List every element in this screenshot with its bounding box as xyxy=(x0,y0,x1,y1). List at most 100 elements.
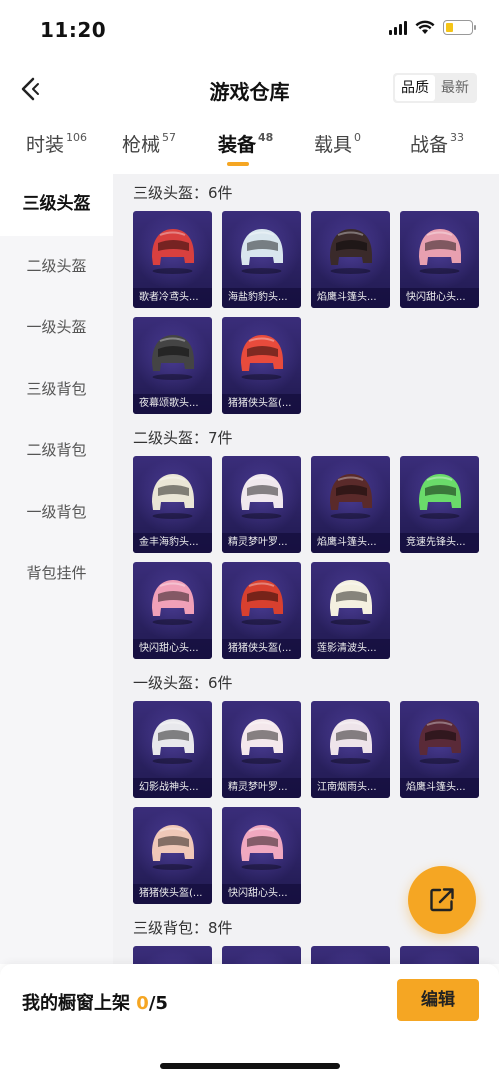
status-time: 11:20 xyxy=(40,18,107,42)
tab-count: 106 xyxy=(66,130,88,144)
helmet-icon xyxy=(419,229,461,274)
share-button[interactable] xyxy=(408,866,476,934)
tab-active-indicator xyxy=(227,162,249,166)
item-grid: 三级头盔：6件 歌者冷鸢头... 海盐豹豹头... 焰鹰斗篷头... 快闪甜心头... 夜… xyxy=(113,174,499,964)
helmet-icon xyxy=(152,474,194,519)
item-name: 精灵梦叶罗... xyxy=(222,533,301,553)
sort-option-quality[interactable]: 品质 xyxy=(395,75,435,101)
helmet-icon xyxy=(323,956,378,964)
sidebar-item-level2-backpack[interactable]: 二级背包 xyxy=(0,420,113,482)
item-name: 猪猪侠头盔(... xyxy=(133,884,212,904)
helmet-icon xyxy=(152,580,194,625)
status-bar: 11:20 xyxy=(0,0,499,62)
tab-vehicles[interactable]: 载具 0 xyxy=(314,130,361,157)
item-name: 精灵梦叶罗... xyxy=(222,778,301,798)
item-name: 快闪甜心头... xyxy=(400,288,479,308)
sidebar-item-level2-helmet[interactable]: 二级头盔 xyxy=(0,236,113,298)
helmet-icon xyxy=(419,474,461,519)
helmet-icon xyxy=(330,229,372,274)
item-name: 快闪甜心头... xyxy=(133,639,212,659)
helmet-icon xyxy=(419,719,461,764)
battery-icon xyxy=(443,20,476,35)
item-name: 快闪甜心头... xyxy=(222,884,301,904)
tab-weapons[interactable]: 枪械 57 xyxy=(122,130,176,157)
item-card[interactable]: 海盐豹豹头... xyxy=(222,211,301,308)
helmet-icon xyxy=(241,335,283,380)
category-tabs: 时装 106 枪械 57 装备 48 载具 0 战备 33 xyxy=(0,122,499,172)
tab-fashion[interactable]: 时装 106 xyxy=(26,130,87,157)
helmet-icon xyxy=(412,956,467,964)
wifi-icon xyxy=(415,20,435,34)
share-icon xyxy=(430,888,454,912)
helmet-icon xyxy=(234,956,289,964)
item-card[interactable]: 猪猪侠头盔(... xyxy=(133,807,212,904)
helmet-icon xyxy=(152,719,194,764)
item-name: 夜幕颂歌头... xyxy=(133,394,212,414)
signal-icon xyxy=(389,20,407,35)
item-card[interactable]: 江南烟雨头... xyxy=(311,701,390,798)
item-card[interactable]: 竞速先锋头... xyxy=(400,456,479,553)
helmet-icon xyxy=(241,825,283,870)
sort-option-latest[interactable]: 最新 xyxy=(435,75,475,101)
item-card[interactable]: 歌者冷鸢头... xyxy=(133,211,212,308)
helmet-icon xyxy=(241,719,283,764)
tab-count: 0 xyxy=(354,130,362,144)
item-card[interactable]: 金丰海豹头... xyxy=(133,456,212,553)
helmet-icon xyxy=(241,580,283,625)
tab-count: 33 xyxy=(450,130,465,144)
item-name: 猪猪侠头盔(... xyxy=(222,639,301,659)
tab-equipment[interactable]: 装备 48 xyxy=(218,130,273,157)
item-card[interactable]: 快闪甜心头... xyxy=(133,562,212,659)
item-card[interactable]: 夜幕颂歌头... xyxy=(133,317,212,414)
item-card[interactable]: 焰鹰斗篷头... xyxy=(311,456,390,553)
helmet-icon xyxy=(330,474,372,519)
sidebar: 三级头盔 二级头盔 一级头盔 三级背包 二级背包 一级背包 背包挂件 xyxy=(0,174,113,964)
home-indicator xyxy=(160,1063,340,1069)
helmet-icon xyxy=(330,580,372,625)
item-name: 金丰海豹头... xyxy=(133,533,212,553)
showcase-count: 0 xyxy=(136,993,149,1014)
section-title: 三级头盔：6件 xyxy=(133,184,233,202)
sidebar-item-level3-backpack[interactable]: 三级背包 xyxy=(0,359,113,421)
helmet-icon xyxy=(152,825,194,870)
sidebar-item-level3-helmet[interactable]: 三级头盔 xyxy=(0,174,113,236)
tab-count: 57 xyxy=(162,130,177,144)
item-card[interactable] xyxy=(222,946,301,964)
header: 游戏仓库 品质 最新 xyxy=(0,62,499,116)
item-name: 幻影战神头... xyxy=(133,778,212,798)
item-card[interactable]: 焰鹰斗篷头... xyxy=(400,701,479,798)
item-card[interactable]: 精灵梦叶罗... xyxy=(222,701,301,798)
item-card[interactable]: 幻影战神头... xyxy=(133,701,212,798)
sidebar-item-level1-helmet[interactable]: 一级头盔 xyxy=(0,297,113,359)
helmet-icon xyxy=(241,474,283,519)
helmet-icon xyxy=(152,335,194,380)
item-name: 竞速先锋头... xyxy=(400,533,479,553)
item-name: 歌者冷鸢头... xyxy=(133,288,212,308)
helmet-icon xyxy=(145,956,200,964)
helmet-icon xyxy=(330,719,372,764)
item-card[interactable]: 精灵梦叶罗... xyxy=(222,456,301,553)
status-icons xyxy=(389,20,476,35)
item-card[interactable] xyxy=(400,946,479,964)
item-card[interactable] xyxy=(311,946,390,964)
item-card[interactable]: 快闪甜心头... xyxy=(400,211,479,308)
sidebar-item-level1-backpack[interactable]: 一级背包 xyxy=(0,482,113,544)
item-card[interactable]: 猪猪侠头盔(... xyxy=(222,562,301,659)
item-card[interactable]: 快闪甜心头... xyxy=(222,807,301,904)
section-title: 三级背包：8件 xyxy=(133,919,233,937)
item-name: 焰鹰斗篷头... xyxy=(400,778,479,798)
item-name: 焰鹰斗篷头... xyxy=(311,533,390,553)
item-name: 猪猪侠头盔(... xyxy=(222,394,301,414)
item-card[interactable]: 猪猪侠头盔(... xyxy=(222,317,301,414)
item-name: 海盐豹豹头... xyxy=(222,288,301,308)
bottom-bar: 我的橱窗上架 0/5 编辑 xyxy=(0,964,499,1080)
item-card[interactable]: 莲影清波头... xyxy=(311,562,390,659)
edit-button[interactable]: 编辑 xyxy=(397,979,479,1021)
tab-supplies[interactable]: 战备 33 xyxy=(410,130,464,157)
item-name: 江南烟雨头... xyxy=(311,778,390,798)
tab-count: 48 xyxy=(258,130,274,144)
sidebar-item-backpack-charm[interactable]: 背包挂件 xyxy=(0,543,113,605)
item-card[interactable]: 焰鹰斗篷头... xyxy=(311,211,390,308)
helmet-icon xyxy=(152,229,194,274)
item-card[interactable] xyxy=(133,946,212,964)
